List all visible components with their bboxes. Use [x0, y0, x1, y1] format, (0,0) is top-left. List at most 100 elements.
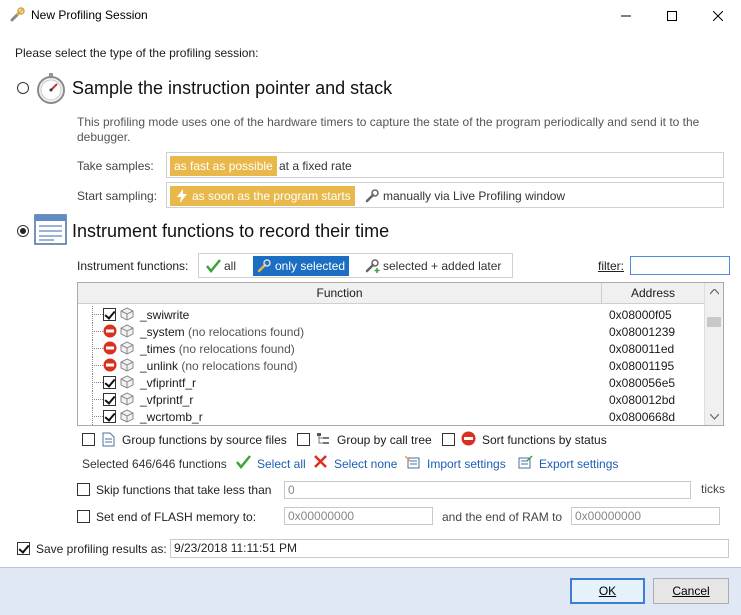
- start-sampling-selector: as soon as the program starts manually v…: [166, 182, 724, 208]
- sampling-radio[interactable]: [17, 82, 29, 94]
- x-icon: [314, 455, 327, 468]
- flash-end-input[interactable]: 0x00000000: [284, 507, 433, 525]
- flash-end-checkbox[interactable]: [77, 510, 90, 523]
- function-cube-icon: [120, 375, 134, 389]
- sort-by-status-label: Sort functions by status: [482, 433, 607, 447]
- blocked-icon: [103, 358, 117, 372]
- take-samples-label: Take samples:: [77, 159, 154, 173]
- start-sampling-label: Start sampling:: [77, 189, 158, 203]
- title-bar: New Profiling Session: [0, 0, 741, 31]
- function-address: 0x080012bd: [609, 393, 676, 407]
- export-settings-link[interactable]: Export settings: [539, 457, 618, 471]
- program-start-option[interactable]: as soon as the program starts: [170, 186, 355, 206]
- save-results-input[interactable]: 9/23/2018 11:11:51 PM: [170, 539, 729, 558]
- import-settings-link[interactable]: Import settings: [427, 457, 506, 471]
- close-button[interactable]: [695, 0, 741, 31]
- profiler-wrench-icon: [10, 7, 25, 22]
- sampling-description: This profiling mode uses one of the hard…: [77, 115, 700, 144]
- save-results-checkbox[interactable]: [17, 542, 30, 555]
- mode-only-selected-option[interactable]: only selected: [253, 256, 350, 276]
- group-by-source-label: Group functions by source files: [122, 433, 287, 447]
- table-row[interactable]: _unlink (no relocations found) 0x08001195: [78, 357, 704, 374]
- filter-input[interactable]: [630, 256, 730, 275]
- function-column-header[interactable]: Function: [78, 283, 602, 304]
- group-by-call-tree-checkbox[interactable]: [297, 433, 310, 446]
- mode-all-option[interactable]: all: [202, 256, 240, 276]
- stop-icon: [461, 431, 476, 446]
- close-icon: [713, 10, 723, 21]
- scroll-thumb[interactable]: [707, 317, 721, 327]
- row-checkbox[interactable]: [103, 393, 116, 406]
- program-start-label: as soon as the program starts: [192, 189, 351, 203]
- minimize-icon: [621, 15, 631, 16]
- ticks-unit-label: ticks: [701, 482, 725, 496]
- fixed-rate-option[interactable]: at a fixed rate: [275, 156, 356, 176]
- document-icon: [102, 432, 115, 447]
- skip-functions-checkbox[interactable]: [77, 483, 90, 496]
- instrument-radio[interactable]: [17, 225, 29, 237]
- call-tree-icon: [317, 433, 329, 444]
- table-row[interactable]: _vfprintf_r 0x080012bd: [78, 391, 704, 408]
- table-row[interactable]: _vfiprintf_r 0x080056e5: [78, 374, 704, 391]
- manual-live-label: manually via Live Profiling window: [383, 189, 566, 203]
- function-name: _wcrtomb_r: [140, 410, 203, 424]
- mode-all-label: all: [224, 259, 237, 273]
- row-checkbox[interactable]: [103, 410, 116, 423]
- function-address: 0x0800668d: [609, 410, 676, 424]
- function-address: 0x080056e5: [609, 376, 676, 390]
- function-name: _swiwrite: [140, 308, 190, 322]
- scroll-up-icon[interactable]: [710, 289, 719, 295]
- select-none-link[interactable]: Select none: [334, 457, 397, 471]
- function-cube-icon: [120, 392, 134, 406]
- row-checkbox[interactable]: [103, 376, 116, 389]
- address-column-header[interactable]: Address: [602, 283, 704, 304]
- wrench-icon: [257, 259, 271, 273]
- check-icon: [206, 259, 221, 273]
- filter-label: filter:: [598, 259, 625, 273]
- function-table: Function Address _swiwrite 0x08000f05 _sy…: [77, 282, 724, 426]
- table-header: Function Address: [78, 283, 704, 304]
- maximize-button[interactable]: [649, 0, 695, 31]
- function-address: 0x08001195: [609, 359, 675, 373]
- function-name: _unlink (no relocations found): [140, 359, 298, 373]
- ok-button[interactable]: OK: [570, 578, 645, 604]
- sampling-title: Sample the instruction pointer and stack: [72, 78, 393, 98]
- take-samples-selector: as fast as possible at a fixed rate: [166, 152, 724, 178]
- function-name: _system (no relocations found): [140, 325, 305, 339]
- function-address: 0x080011ed: [609, 342, 675, 356]
- select-all-link[interactable]: Select all: [257, 457, 306, 471]
- check-icon: [236, 455, 251, 469]
- import-icon: [405, 455, 420, 469]
- table-row[interactable]: _system (no relocations found) 0x08001239: [78, 323, 704, 340]
- save-results-label: Save profiling results as:: [36, 542, 167, 556]
- session-type-prompt: Please select the type of the profiling …: [15, 46, 259, 60]
- group-by-call-tree-label: Group by call tree: [337, 433, 432, 447]
- function-cube-icon: [120, 341, 134, 355]
- fast-as-possible-option[interactable]: as fast as possible: [170, 156, 277, 176]
- instrument-functions-label: Instrument functions:: [77, 259, 189, 273]
- table-row[interactable]: _wcrtomb_r 0x0800668d: [78, 408, 704, 425]
- manual-live-option[interactable]: manually via Live Profiling window: [361, 186, 569, 206]
- table-row[interactable]: _swiwrite 0x08000f05: [78, 306, 704, 323]
- table-scrollbar[interactable]: [704, 283, 723, 425]
- function-address: 0x08000f05: [609, 308, 672, 322]
- sort-by-status-checkbox[interactable]: [442, 433, 455, 446]
- wrench-icon: [365, 189, 379, 203]
- mode-added-later-option[interactable]: selected + added later: [361, 256, 505, 276]
- lightning-icon: [177, 189, 187, 203]
- minimize-button[interactable]: [603, 0, 649, 31]
- instrument-title: Instrument functions to record their tim…: [72, 221, 390, 241]
- group-by-source-checkbox[interactable]: [82, 433, 95, 446]
- scroll-down-icon[interactable]: [710, 414, 719, 420]
- ram-end-input[interactable]: 0x00000000: [571, 507, 720, 525]
- cancel-button[interactable]: Cancel: [653, 578, 729, 604]
- function-cube-icon: [120, 358, 134, 372]
- function-list-icon: [34, 214, 67, 245]
- ram-end-label: and the end of RAM to: [442, 510, 563, 524]
- table-row[interactable]: _times (no relocations found) 0x080011ed: [78, 340, 704, 357]
- row-checkbox[interactable]: [103, 308, 116, 321]
- export-icon: [518, 455, 533, 469]
- window-title: New Profiling Session: [31, 8, 148, 22]
- function-cube-icon: [120, 307, 134, 321]
- skip-threshold-input[interactable]: 0: [284, 481, 691, 499]
